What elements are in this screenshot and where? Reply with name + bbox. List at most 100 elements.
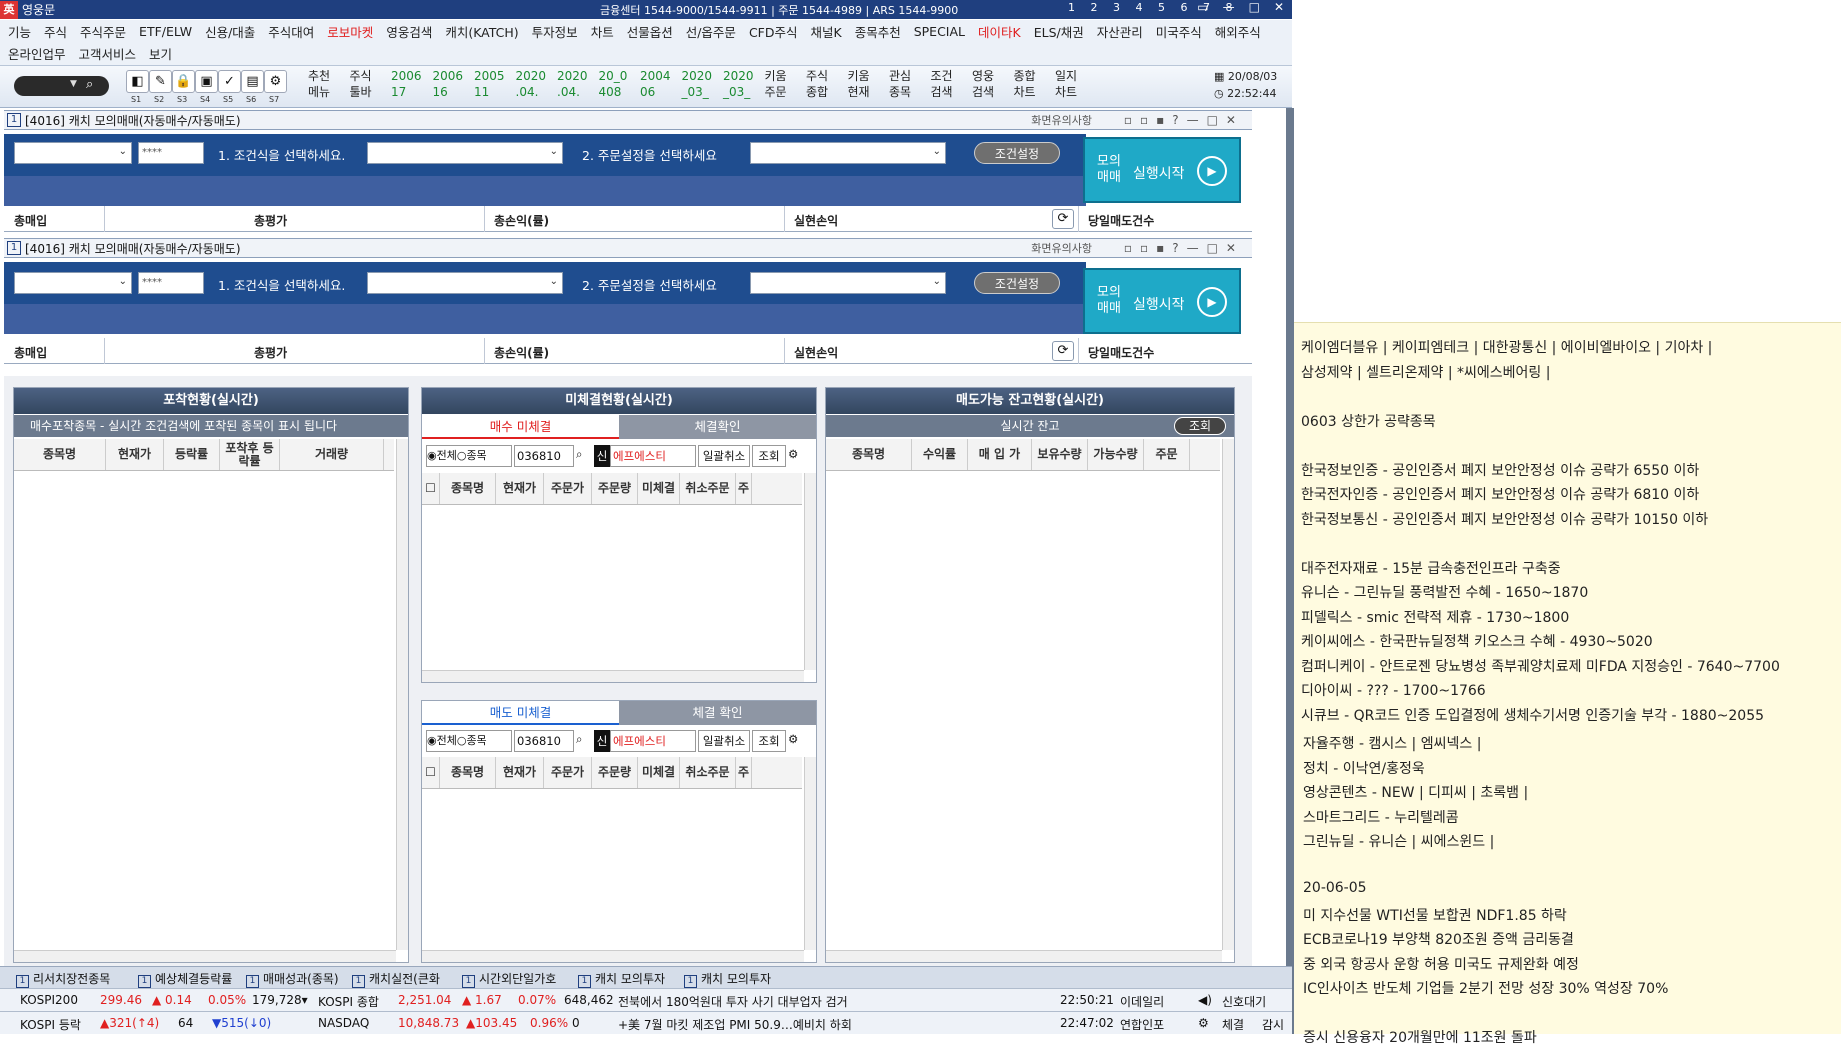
minimize-icon[interactable]: — bbox=[1223, 0, 1235, 14]
window2-order-select[interactable]: ⌄ bbox=[750, 272, 946, 294]
toolbar-button-18[interactable]: 일지 차트 bbox=[1055, 68, 1093, 100]
task-item-3[interactable]: 1 캐치실전(큰화 bbox=[352, 970, 440, 988]
toolbar-button-4[interactable]: 2005 11 bbox=[474, 68, 512, 100]
window2-mock-start-button[interactable]: 모의 매매 실행시작 ▶ bbox=[1083, 268, 1241, 334]
menu-item-8[interactable]: 캐치(KATCH) bbox=[445, 22, 518, 41]
task-item-5[interactable]: 1 캐치 모의투자 bbox=[578, 970, 665, 988]
maximize-icon[interactable]: □ bbox=[1249, 0, 1260, 14]
lock-icon[interactable]: 🔒 bbox=[172, 70, 195, 93]
menu-item-6[interactable]: 로보마켓 bbox=[327, 22, 373, 41]
window2-condition-select[interactable]: ⌄ bbox=[367, 272, 563, 294]
toolbar-button-17[interactable]: 종합 차트 bbox=[1014, 68, 1052, 100]
toolbar-button-0[interactable]: 추천 메뉴 bbox=[308, 68, 346, 100]
window1-controls[interactable]: ▫▫▪?—□✕ bbox=[1124, 113, 1244, 127]
checkbox-all[interactable]: ☐ bbox=[422, 473, 440, 504]
sell-hscrollbar[interactable] bbox=[422, 950, 804, 962]
notepad-text-area[interactable]: 케이엠더블유 | 케이피엠테크 | 대한광통신 | 에이비엘바이오 | 기아차 … bbox=[1294, 322, 1841, 1046]
sellable-query-button[interactable]: 조회 bbox=[1174, 417, 1226, 435]
nasdaq-name[interactable]: NASDAQ bbox=[318, 1016, 369, 1030]
buy-hscrollbar[interactable] bbox=[422, 670, 804, 682]
sell-query-button[interactable]: 조회 bbox=[752, 730, 786, 752]
sell-code-input[interactable]: 036810 bbox=[514, 730, 574, 752]
toolbar-button-10[interactable]: 2020 _03_ bbox=[723, 68, 761, 100]
check-icon[interactable]: ✓ bbox=[218, 70, 241, 93]
tab-sell-unsettled[interactable]: 매도 미체결 bbox=[422, 701, 619, 725]
monitor-icon[interactable]: ▭ bbox=[1197, 0, 1208, 14]
toolbar-button-2[interactable]: 2006 17 bbox=[391, 68, 429, 100]
menu-item-14[interactable]: 채널K bbox=[810, 22, 841, 41]
toolbar-button-14[interactable]: 관심 종목 bbox=[889, 68, 927, 100]
menu-item-4[interactable]: 신용/대출 bbox=[205, 22, 255, 41]
news-source-2[interactable]: 연합인포 bbox=[1120, 1016, 1164, 1033]
radio-all[interactable]: ◉전체 bbox=[427, 734, 457, 747]
task-item-0[interactable]: 1 리서치장전종목 bbox=[16, 970, 110, 988]
fill-button[interactable]: 체결 bbox=[1222, 1016, 1244, 1033]
task-item-6[interactable]: 1 캐치 모의투자 bbox=[684, 970, 771, 988]
gear-icon[interactable]: ⚙ bbox=[788, 447, 798, 461]
sell-radio-group[interactable]: ◉전체○종목 bbox=[426, 730, 512, 752]
tab-buy-confirm[interactable]: 체결확인 bbox=[619, 415, 816, 439]
buy-stock-name[interactable]: 에프에스티 bbox=[610, 445, 696, 467]
window1-order-select[interactable]: ⌄ bbox=[750, 142, 946, 164]
breadth-name[interactable]: KOSPI 등락 bbox=[20, 1016, 81, 1033]
menu-item-18[interactable]: ELS/채권 bbox=[1034, 22, 1084, 41]
toolbar-search[interactable]: ▼ ⌕ bbox=[14, 76, 109, 96]
news-source[interactable]: 이데일리 bbox=[1120, 993, 1164, 1010]
window2-account-select[interactable]: ⌄ bbox=[14, 272, 132, 294]
news-headline-2[interactable]: +美 7월 마킷 제조업 PMI 50.9…예비치 하회 bbox=[618, 1016, 852, 1033]
menu-item-5[interactable]: 주식대여 bbox=[268, 22, 314, 41]
task-item-2[interactable]: 1 매매성과(종목) bbox=[246, 970, 339, 988]
window2-notice[interactable]: 화면유의사항 bbox=[1031, 240, 1092, 256]
menu-sub-item-2[interactable]: 보기 bbox=[149, 44, 172, 63]
sell-stock-name[interactable]: 에프에스티 bbox=[610, 730, 696, 752]
gear-icon[interactable]: ⚙ bbox=[1198, 1016, 1209, 1030]
menu-item-9[interactable]: 투자정보 bbox=[532, 22, 578, 41]
menu-item-7[interactable]: 영웅검색 bbox=[386, 22, 432, 41]
window1-notice[interactable]: 화면유의사항 bbox=[1031, 112, 1092, 128]
menu-item-12[interactable]: 선/옵주문 bbox=[686, 22, 736, 41]
toolbar-button-1[interactable]: 주식 툴바 bbox=[350, 68, 388, 100]
radio-item[interactable]: ○종목 bbox=[457, 734, 487, 747]
window1-condition-setting-button[interactable]: 조건설정 bbox=[974, 142, 1060, 164]
search-icon[interactable]: ⌕ bbox=[86, 77, 93, 92]
tab-sell-confirm[interactable]: 체결 확인 bbox=[619, 701, 816, 725]
toolbar-button-12[interactable]: 주식 종합 bbox=[806, 68, 844, 100]
pencil-icon[interactable]: ✎ bbox=[149, 70, 172, 93]
gear-icon[interactable]: ⚙ bbox=[788, 732, 798, 746]
toolbar-button-9[interactable]: 2020 _03_ bbox=[682, 68, 720, 100]
save-icon[interactable]: ◧ bbox=[126, 70, 149, 93]
index-volume[interactable]: 179,728▾ bbox=[252, 993, 308, 1007]
refresh-icon[interactable]: ⟳ bbox=[1052, 209, 1074, 229]
window1-mock-start-button[interactable]: 모의 매매 실행시작 ▶ bbox=[1083, 137, 1241, 203]
toolbar-button-3[interactable]: 2006 16 bbox=[433, 68, 471, 100]
speaker-icon[interactable]: ◀) bbox=[1198, 993, 1212, 1007]
radio-item[interactable]: ○종목 bbox=[457, 449, 487, 462]
menu-item-3[interactable]: ETF/ELW bbox=[139, 24, 192, 39]
task-item-4[interactable]: 1 시간외단일가호 bbox=[462, 970, 556, 988]
window1-password-field[interactable]: **** bbox=[138, 142, 204, 164]
capture-scrollbar[interactable] bbox=[396, 439, 408, 950]
menu-item-21[interactable]: 해외주식 bbox=[1215, 22, 1261, 41]
window1-condition-select[interactable]: ⌄ bbox=[367, 142, 563, 164]
buy-radio-group[interactable]: ◉전체○종목 bbox=[426, 445, 512, 467]
watch-button[interactable]: 감시 bbox=[1262, 1016, 1284, 1033]
buy-scrollbar[interactable] bbox=[804, 473, 816, 670]
search-icon[interactable]: ⌕ bbox=[576, 447, 582, 462]
menu-item-10[interactable]: 차트 bbox=[591, 22, 614, 41]
news-headline[interactable]: 전북에서 180억원대 투자 사기 대부업자 검거 bbox=[618, 993, 848, 1010]
index-name[interactable]: KOSPI200 bbox=[20, 993, 78, 1007]
capture-hscrollbar[interactable] bbox=[14, 950, 396, 962]
toolbar-button-8[interactable]: 2004 06 bbox=[640, 68, 678, 100]
menu-item-1[interactable]: 주식 bbox=[44, 22, 67, 41]
menu-item-19[interactable]: 자산관리 bbox=[1097, 22, 1143, 41]
buy-code-input[interactable]: 036810 bbox=[514, 445, 574, 467]
search-icon[interactable]: ⌕ bbox=[576, 732, 582, 747]
toolbar-button-16[interactable]: 영웅 검색 bbox=[972, 68, 1010, 100]
checkbox-all[interactable]: ☐ bbox=[422, 757, 440, 788]
tab-buy-unsettled[interactable]: 매수 미체결 bbox=[422, 415, 619, 439]
menu-item-15[interactable]: 종목추천 bbox=[855, 22, 901, 41]
sell-cancel-all-button[interactable]: 일괄취소 bbox=[698, 730, 750, 752]
menu-item-2[interactable]: 주식주문 bbox=[80, 22, 126, 41]
sell-scrollbar[interactable] bbox=[804, 757, 816, 950]
chevron-down-icon[interactable]: ▼ bbox=[70, 79, 77, 89]
